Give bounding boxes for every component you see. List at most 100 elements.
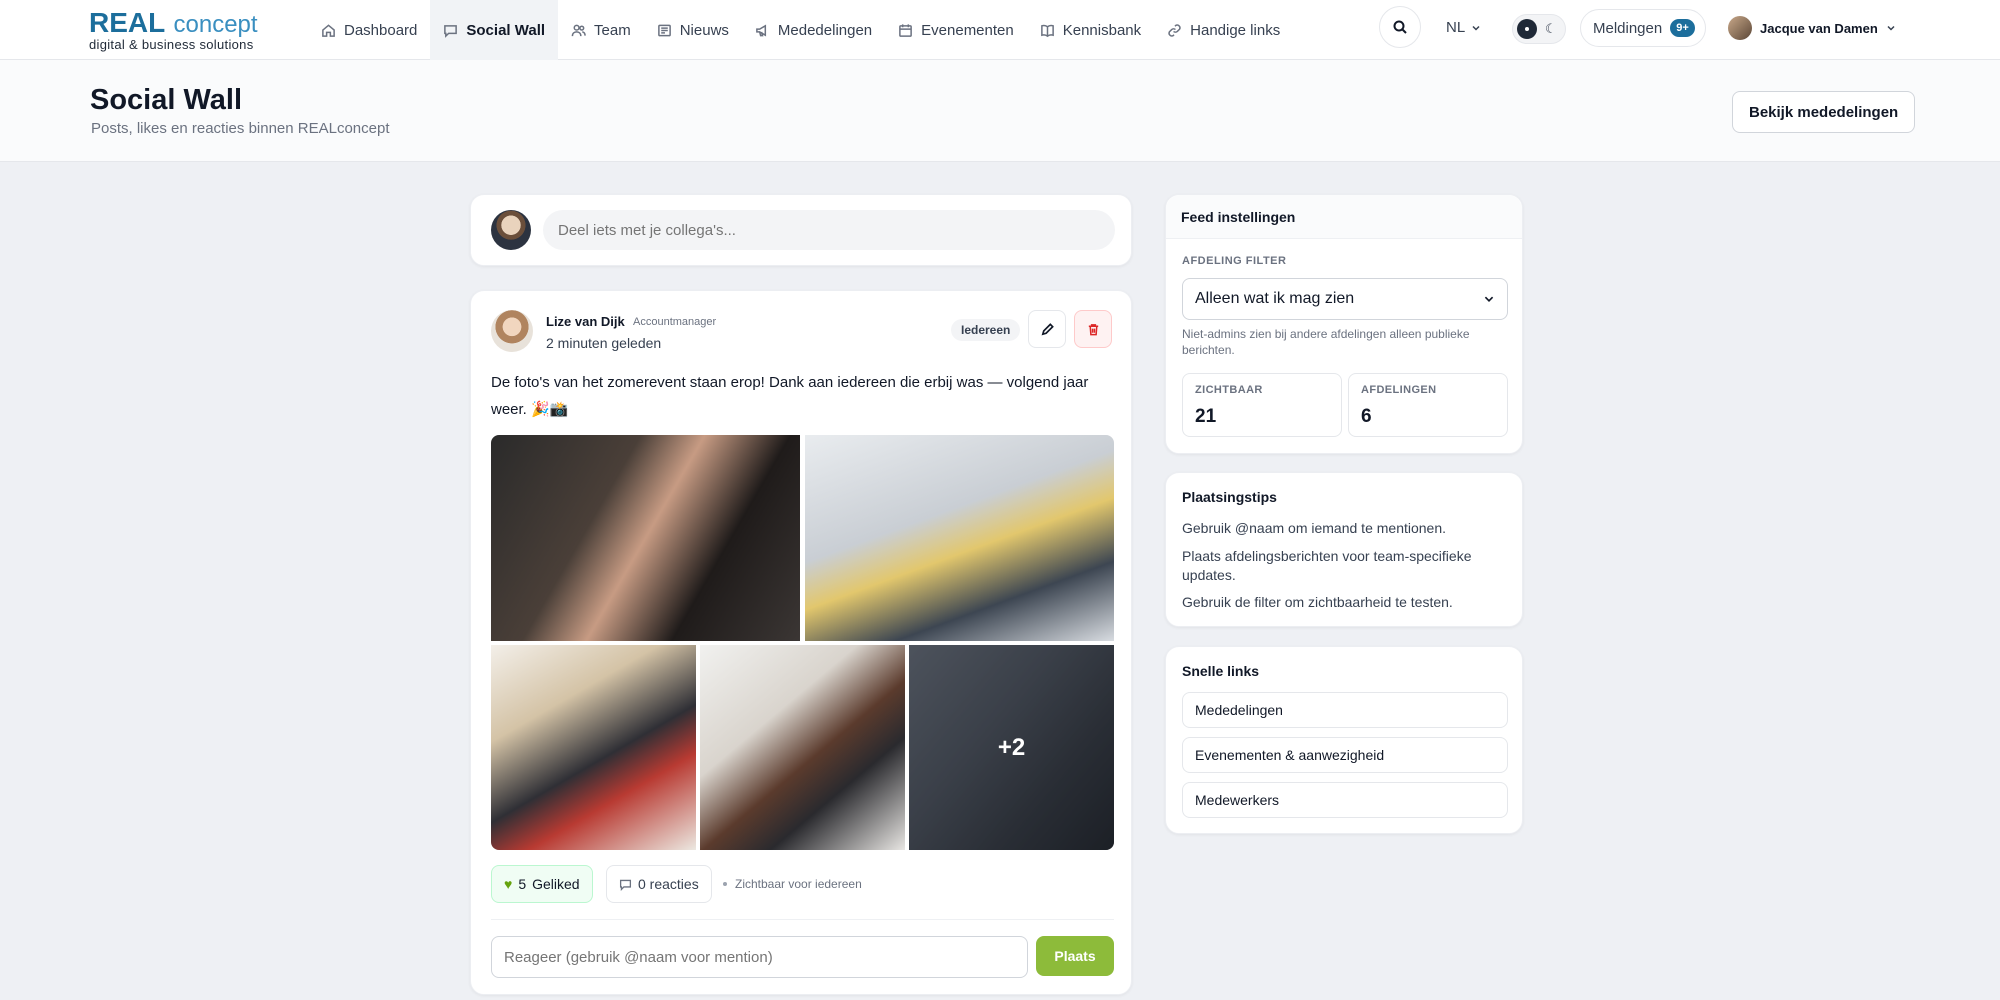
pencil-icon: [1041, 322, 1054, 335]
newspaper-icon: [657, 24, 671, 36]
posting-tips-card: Plaatsingstips Gebruik @naam om iemand t…: [1165, 472, 1523, 627]
quick-links-title: Snelle links: [1182, 663, 1260, 679]
quick-links-card: Snelle links Mededelingen Evenementen & …: [1165, 646, 1523, 834]
nav-mededelingen[interactable]: Mededelingen: [742, 0, 885, 60]
quick-link[interactable]: Medewerkers: [1182, 782, 1508, 818]
nav-label: Dashboard: [344, 21, 418, 39]
nav-label: Evenementen: [921, 21, 1014, 39]
search-icon: [1393, 20, 1407, 34]
filter-label: AFDELING FILTER: [1182, 255, 1287, 267]
stat-label: ZICHTBAAR: [1195, 384, 1263, 396]
sun-icon: [1517, 19, 1537, 39]
nav-kennisbank[interactable]: Kennisbank: [1027, 0, 1154, 60]
composer-input[interactable]: [543, 210, 1115, 250]
search-button[interactable]: [1379, 6, 1421, 48]
book-icon: [1040, 24, 1054, 37]
nav-dashboard[interactable]: Dashboard: [308, 0, 430, 60]
chevron-down-icon: [1484, 296, 1494, 302]
nav-nieuws[interactable]: Nieuws: [644, 0, 742, 60]
avatar: [491, 210, 531, 250]
nav-team[interactable]: Team: [558, 0, 644, 60]
stat-value: 6: [1361, 406, 1372, 427]
megaphone-icon: [756, 24, 766, 36]
brand-logo[interactable]: REAL concept digital & business solution…: [89, 7, 258, 52]
gallery-photo[interactable]: [491, 645, 696, 850]
visible-count-stat: ZICHTBAAR 21: [1182, 373, 1342, 437]
stat-value: 21: [1195, 406, 1217, 427]
nav-label: Mededelingen: [777, 21, 873, 39]
page-header: Social Wall Posts, likes en reacties bin…: [0, 60, 2000, 162]
user-menu[interactable]: Jacque van Damen: [1728, 16, 1896, 40]
link-icon: [1168, 23, 1181, 37]
post-timestamp: 2 minuten geleden: [546, 335, 662, 351]
gallery-photo[interactable]: [700, 645, 905, 850]
nav-handige-links[interactable]: Handige links: [1154, 0, 1293, 60]
filter-value: Alleen wat ik mag zien: [1195, 290, 1355, 307]
likes-label: Geliked: [532, 876, 580, 892]
avatar: [1728, 16, 1752, 40]
visibility-note: Zichtbaar voor iedereen: [723, 877, 862, 891]
nav-label: Social Wall: [466, 21, 546, 39]
gallery-photo-more[interactable]: +2: [909, 645, 1114, 850]
departments-count-stat: AFDELINGEN 6: [1348, 373, 1508, 437]
reactions-button[interactable]: 0 reacties: [606, 865, 712, 903]
moon-icon: ☾: [1545, 21, 1557, 36]
post-author[interactable]: Lize van Dijk: [546, 314, 625, 329]
nav-label: Kennisbank: [1062, 21, 1142, 39]
feed-settings-title: Feed instellingen: [1166, 195, 1522, 239]
gallery-photo[interactable]: [491, 435, 800, 641]
users-icon: [571, 24, 586, 36]
tip-item: Gebruik de filter om zichtbaarheid te te…: [1182, 594, 1453, 610]
avatar: [491, 310, 533, 352]
nav-label: Team: [594, 21, 631, 39]
nav-label: Nieuws: [679, 21, 729, 39]
filter-note: Niet-admins zien bij andere afdelingen a…: [1182, 327, 1470, 357]
page-title: Social Wall: [90, 84, 243, 116]
chevron-down-icon: [1887, 25, 1895, 31]
notifications-badge: 9+: [1670, 19, 1695, 37]
heart-icon: ♥: [504, 876, 513, 892]
chevron-down-icon: [1472, 25, 1480, 31]
theme-toggle[interactable]: ☾: [1512, 14, 1566, 44]
reactions-label: 0 reacties: [638, 876, 699, 892]
top-navigation-bar: REAL concept digital & business solution…: [0, 0, 2000, 60]
divider: [491, 919, 1114, 920]
brand-name-bold: REAL: [89, 7, 166, 38]
chat-icon: [444, 24, 458, 38]
post-composer: [470, 194, 1132, 266]
like-button[interactable]: ♥ 5 Geliked: [491, 865, 593, 903]
tips-title: Plaatsingstips: [1182, 489, 1277, 505]
reply-input[interactable]: [491, 936, 1028, 978]
stat-label: AFDELINGEN: [1361, 384, 1437, 396]
likes-count: 5: [518, 876, 527, 892]
department-filter-select[interactable]: Alleen wat ik mag zien: [1182, 278, 1508, 320]
audience-badge: Iedereen: [951, 319, 1021, 341]
post-card: Lize van Dijk Accountmanager 2 minuten g…: [470, 290, 1132, 995]
more-photos-count: +2: [909, 645, 1114, 850]
edit-button[interactable]: [1028, 310, 1066, 348]
feed-settings-card: Feed instellingen AFDELING FILTER Alleen…: [1165, 194, 1523, 454]
quick-link[interactable]: Evenementen & aanwezigheid: [1182, 737, 1508, 773]
quick-link[interactable]: Mededelingen: [1182, 692, 1508, 728]
gallery-photo[interactable]: [805, 435, 1114, 641]
calendar-icon: [899, 23, 913, 37]
notifications-button[interactable]: Meldingen 9+: [1580, 9, 1706, 47]
brand-name-light: concept: [173, 11, 258, 38]
home-icon: [322, 23, 335, 37]
post-author-role: Accountmanager: [633, 316, 717, 328]
brand-tagline: digital & business solutions: [89, 37, 254, 52]
page-subtitle: Posts, likes en reacties binnen REALconc…: [91, 120, 390, 137]
post-text: De foto's van het zomerevent staan erop!…: [491, 374, 1089, 418]
comment-icon: [619, 879, 632, 891]
tip-item: Gebruik @naam om iemand te mentionen.: [1182, 520, 1447, 536]
trash-icon: [1088, 323, 1098, 335]
language-selector[interactable]: NL: [1446, 19, 1481, 36]
nav-label: Handige links: [1190, 21, 1281, 39]
view-announcements-button[interactable]: Bekijk mededelingen: [1732, 91, 1916, 133]
nav-social-wall[interactable]: Social Wall: [430, 0, 559, 60]
language-value: NL: [1446, 19, 1466, 36]
delete-button[interactable]: [1074, 310, 1112, 348]
nav-evenementen[interactable]: Evenementen: [885, 0, 1027, 60]
submit-reply-button[interactable]: Plaats: [1036, 936, 1114, 976]
notifications-label: Meldingen: [1593, 19, 1663, 37]
